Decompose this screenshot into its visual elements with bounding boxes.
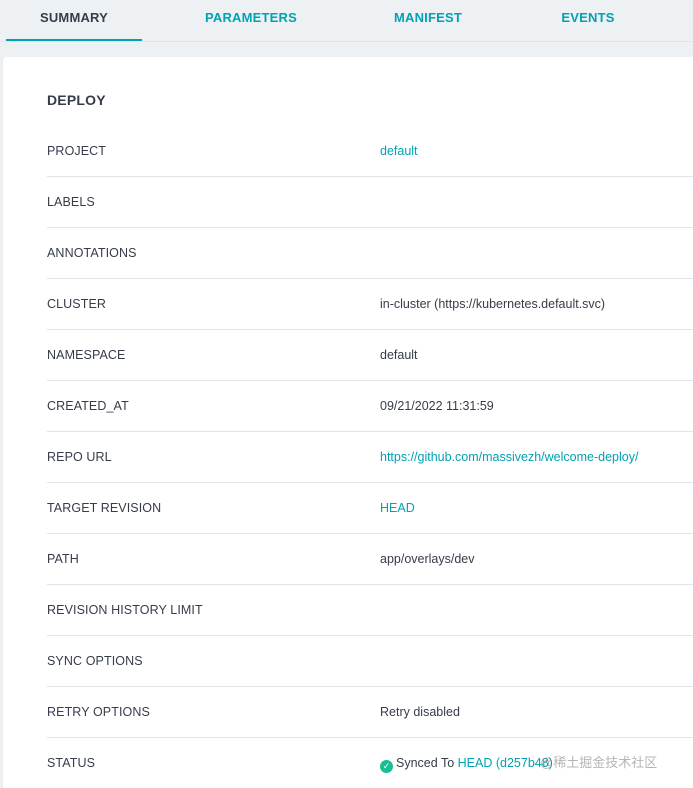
project-link[interactable]: default [380, 144, 418, 158]
namespace-label: NAMESPACE [47, 348, 126, 362]
tab-parameters[interactable]: PARAMETERS [181, 0, 321, 39]
created-at-label: CREATED_AT [47, 399, 129, 413]
namespace-value: default [380, 348, 418, 362]
row-revision-history-limit: REVISION HISTORY LIMIT [47, 585, 693, 636]
tab-summary[interactable]: SUMMARY [6, 0, 142, 41]
path-label: PATH [47, 552, 79, 566]
summary-fields: PROJECT default LABELS ANNOTATIONS CLUST… [47, 126, 693, 788]
row-annotations: ANNOTATIONS [47, 228, 693, 279]
section-title: DEPLOY [47, 92, 106, 108]
retry-options-value: Retry disabled [380, 705, 460, 719]
tab-events[interactable]: EVENTS [528, 0, 648, 39]
watermark: @稀土掘金技术社区 [540, 755, 658, 770]
status-label: STATUS [47, 756, 96, 770]
row-retry-options: RETRY OPTIONS Retry disabled [47, 687, 693, 738]
summary-panel: DEPLOY PROJECT default LABELS ANNOTATION… [3, 57, 693, 788]
row-path: PATH app/overlays/dev [47, 534, 693, 585]
status-text: Synced To [396, 756, 455, 770]
tab-bar: SUMMARY PARAMETERS MANIFEST EVENTS [0, 0, 693, 42]
row-target-revision: TARGET REVISION HEAD [47, 483, 693, 534]
status-value: ✓ Synced To HEAD (d257b48) [380, 756, 553, 773]
row-created-at: CREATED_AT 09/21/2022 11:31:59 [47, 381, 693, 432]
repo-url-label: REPO URL [47, 450, 112, 464]
row-project: PROJECT default [47, 126, 693, 177]
row-namespace: NAMESPACE default [47, 330, 693, 381]
row-sync-options: SYNC OPTIONS [47, 636, 693, 687]
status-revision-link[interactable]: HEAD (d257b48) [458, 756, 553, 770]
sync-options-label: SYNC OPTIONS [47, 654, 143, 668]
target-revision-link[interactable]: HEAD [380, 501, 415, 515]
row-repo-url: REPO URL https://github.com/massivezh/we… [47, 432, 693, 483]
row-labels: LABELS [47, 177, 693, 228]
cluster-value: in-cluster (https://kubernetes.default.s… [380, 297, 606, 311]
labels-label: LABELS [47, 195, 95, 209]
check-circle-icon: ✓ [380, 760, 393, 773]
row-cluster: CLUSTER in-cluster (https://kubernetes.d… [47, 279, 693, 330]
retry-options-label: RETRY OPTIONS [47, 705, 150, 719]
created-at-value: 09/21/2022 11:31:59 [380, 399, 494, 413]
revision-history-limit-label: REVISION HISTORY LIMIT [47, 603, 203, 617]
repo-url-link[interactable]: https://github.com/massivezh/welcome-dep… [380, 450, 638, 464]
project-label: PROJECT [47, 144, 107, 158]
cluster-label: CLUSTER [47, 297, 107, 311]
annotations-label: ANNOTATIONS [47, 246, 137, 260]
target-revision-label: TARGET REVISION [47, 501, 162, 515]
tab-manifest[interactable]: MANIFEST [368, 0, 488, 39]
path-value: app/overlays/dev [380, 552, 475, 566]
